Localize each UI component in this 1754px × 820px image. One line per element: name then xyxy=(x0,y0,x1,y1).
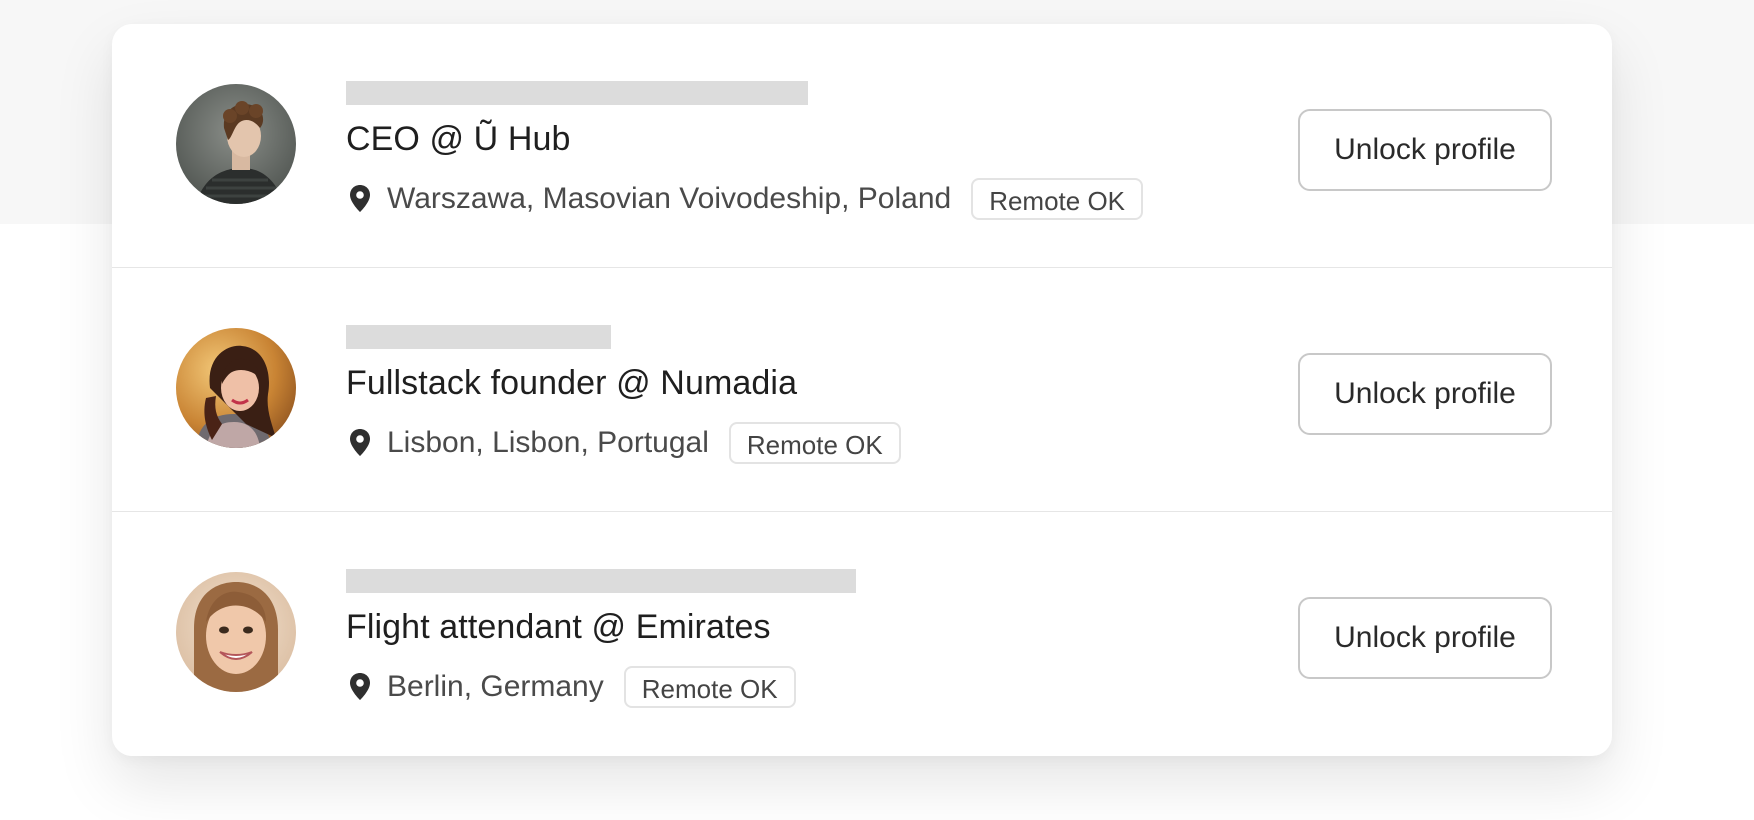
location-text: Berlin, Germany xyxy=(387,670,604,703)
candidate-location: Berlin, Germany Remote OK xyxy=(346,664,796,710)
unlock-profile-button[interactable]: Unlock profile xyxy=(1298,353,1552,435)
remote-ok-badge: Remote OK xyxy=(623,666,796,708)
redacted-name-bar xyxy=(346,81,808,105)
candidate-title: Flight attendant @ Emirates xyxy=(346,608,771,646)
avatar xyxy=(176,84,296,204)
candidate-list-card: CEO @ Ũ Hub Warszawa, Masovian Voivodesh… xyxy=(112,24,1612,756)
location-text: Warszawa, Masovian Voivodeship, Poland xyxy=(387,182,952,215)
candidate-row: Flight attendant @ Emirates Berlin, Germ… xyxy=(112,512,1612,756)
map-pin-icon xyxy=(350,429,370,456)
redacted-name-bar xyxy=(346,569,856,593)
candidate-row: Fullstack founder @ Numadia Lisbon, Lisb… xyxy=(112,268,1612,512)
remote-ok-badge: Remote OK xyxy=(971,178,1144,220)
redacted-name-bar xyxy=(346,325,611,349)
candidate-title: CEO @ Ũ Hub xyxy=(346,120,571,158)
avatar xyxy=(176,328,296,448)
avatar xyxy=(176,572,296,692)
unlock-profile-button[interactable]: Unlock profile xyxy=(1298,597,1552,679)
remote-ok-badge: Remote OK xyxy=(728,422,901,464)
map-pin-icon xyxy=(350,673,370,700)
location-text: Lisbon, Lisbon, Portugal xyxy=(387,426,709,459)
unlock-profile-button[interactable]: Unlock profile xyxy=(1298,109,1552,191)
candidate-row: CEO @ Ũ Hub Warszawa, Masovian Voivodesh… xyxy=(112,24,1612,268)
candidate-title: Fullstack founder @ Numadia xyxy=(346,364,798,402)
candidate-location: Lisbon, Lisbon, Portugal Remote OK xyxy=(346,420,901,466)
candidate-location: Warszawa, Masovian Voivodeship, Poland R… xyxy=(346,176,1144,222)
map-pin-icon xyxy=(350,185,370,212)
